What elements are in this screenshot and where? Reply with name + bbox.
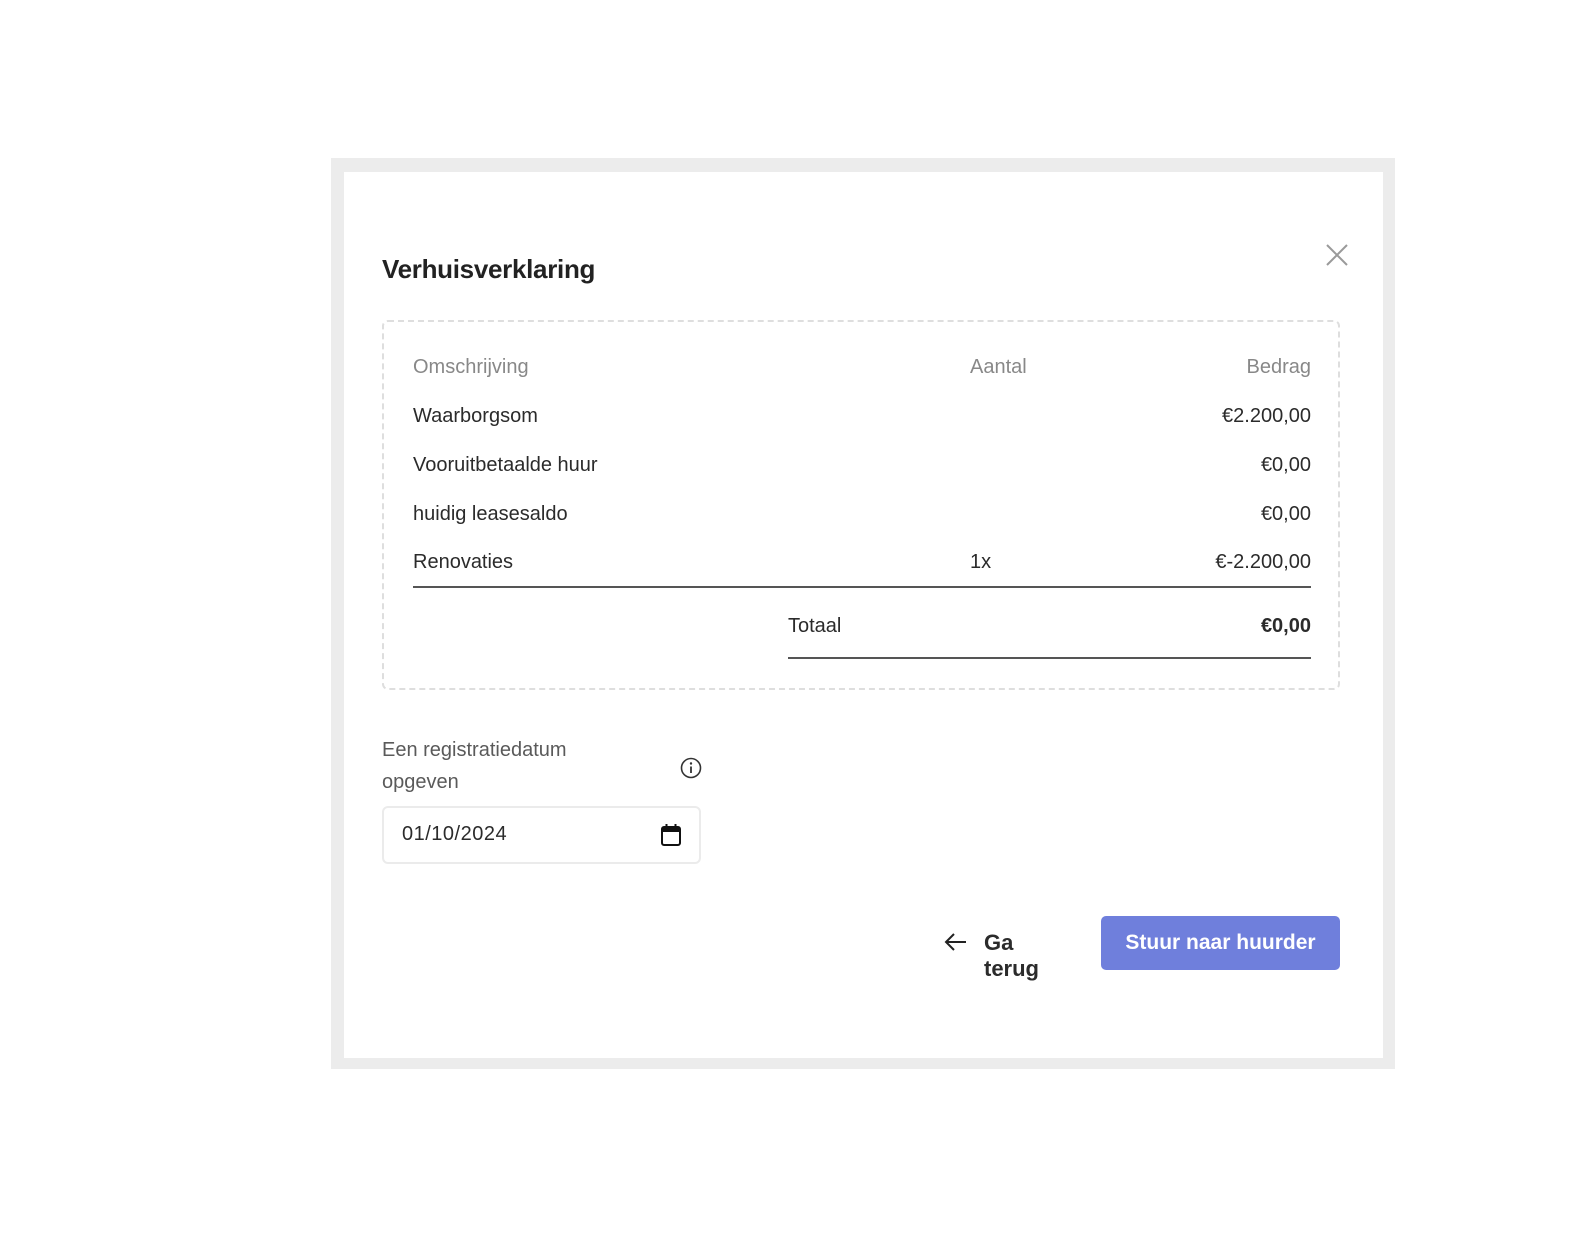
row-amount: €0,00 xyxy=(1260,454,1311,476)
header-quantity: Aantal xyxy=(970,355,1027,378)
summary-box: Omschrijving Aantal Bedrag Waarborgsom €… xyxy=(382,320,1340,690)
row-quantity xyxy=(970,392,1136,441)
arrow-left-icon xyxy=(944,933,966,951)
header-amount: Bedrag xyxy=(1246,355,1312,378)
table-row: Vooruitbetaalde huur €0,00 xyxy=(413,441,1311,490)
row-description: Vooruitbetaalde huur xyxy=(413,454,598,476)
info-button[interactable] xyxy=(680,757,702,779)
row-description: Renovaties xyxy=(413,539,970,588)
row-description: Waarborgsom xyxy=(413,405,538,427)
total-value: €0,00 xyxy=(1260,615,1311,637)
table-header-row: Omschrijving Aantal Bedrag xyxy=(413,342,1311,392)
row-amount: €2.200,00 xyxy=(1222,405,1311,427)
info-icon xyxy=(680,757,702,779)
row-amount: €0,00 xyxy=(1260,503,1311,525)
row-quantity xyxy=(970,490,1136,539)
total-label: Totaal xyxy=(788,615,842,637)
table-row: Waarborgsom €2.200,00 xyxy=(413,392,1311,441)
send-to-tenant-button[interactable]: Stuur naar huurder xyxy=(1101,916,1340,970)
table-row: Renovaties 1x €-2.200,00 xyxy=(413,539,1311,588)
modal-title: Verhuisverklaring xyxy=(382,254,596,284)
row-description: huidig leasesaldo xyxy=(413,503,568,525)
date-input-value: 01/10/2024 xyxy=(402,823,508,845)
total-row: Totaal €0,00 xyxy=(788,597,1311,659)
close-button[interactable] xyxy=(1322,240,1352,270)
header-description: Omschrijving xyxy=(413,355,529,378)
registration-date-input[interactable]: 01/10/2024 xyxy=(382,806,701,864)
close-icon xyxy=(1326,244,1348,266)
back-button[interactable]: Ga terug xyxy=(944,916,1074,981)
registration-date-label: Een registratiedatum opgeven xyxy=(382,739,567,793)
row-amount: €-2.200,00 xyxy=(1136,539,1311,588)
summary-table: Omschrijving Aantal Bedrag Waarborgsom €… xyxy=(413,342,1311,588)
row-quantity: 1x xyxy=(970,539,1136,588)
calendar-icon xyxy=(661,824,681,846)
calendar-picker-button[interactable] xyxy=(660,823,682,847)
back-button-label: Ga terug xyxy=(984,930,1039,981)
verhuisverklaring-modal: Verhuisverklaring Omschrijving Aantal Be… xyxy=(344,172,1383,1058)
table-row: huidig leasesaldo €0,00 xyxy=(413,490,1311,539)
row-quantity xyxy=(970,441,1136,490)
